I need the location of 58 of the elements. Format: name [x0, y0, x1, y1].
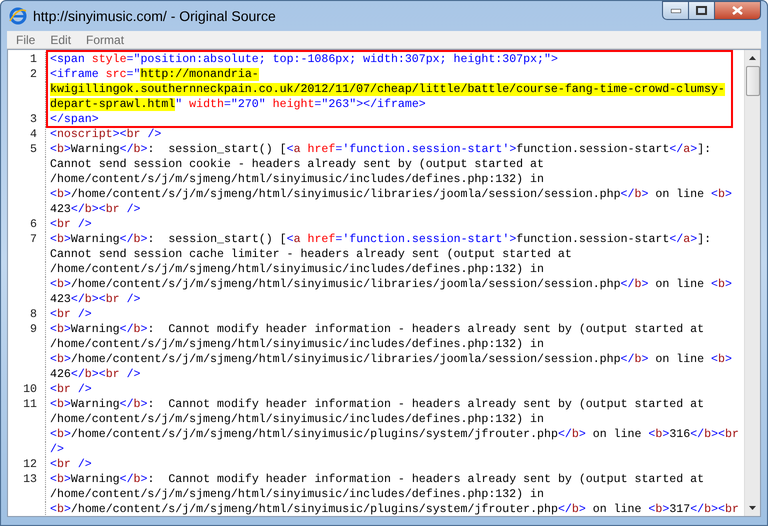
browser-icon: [9, 7, 27, 25]
line-number: 4: [30, 128, 37, 141]
line-number: 11: [23, 398, 37, 411]
code-line: <br />: [50, 457, 92, 472]
scrollbar-thumb[interactable]: [746, 66, 760, 96]
line-number: 7: [30, 233, 37, 246]
code-line: Cannot send session cache limiter - headers already sent (output started at: [50, 247, 572, 262]
minimize-icon: [670, 8, 680, 12]
scroll-down-icon[interactable]: [749, 506, 756, 510]
line-number: 12: [23, 458, 37, 471]
code-line: />: [50, 442, 64, 457]
code-line: <b>Warning</b>: session_start() [<a href='function.session-start'>function.session-start</a>]:: [50, 142, 712, 157]
scrollbar[interactable]: [744, 50, 760, 516]
code-line: Cannot send session cookie - headers already sent by (output started at: [50, 157, 544, 172]
code-line: <b>Warning</b>: session_start() [<a href='function.session-start'>function.session-start</a>]:: [50, 232, 712, 247]
scroll-up-icon[interactable]: [749, 56, 756, 60]
line-number: 6: [30, 218, 37, 231]
code-line: <b>/home/content/s/j/m/sjmeng/html/sinyimusic/libraries/joomla/session/session.php</b> on line <b>: [50, 187, 732, 202]
code-line: <b>/home/content/s/j/m/sjmeng/html/sinyimusic/plugins/system/jfrouter.php</b> on line <b>317</b><br: [50, 502, 739, 516]
code-line: <b>Warning</b>: Cannot modify header information - headers already sent by (output started at: [50, 322, 704, 337]
code-line: /home/content/s/j/m/sjmeng/html/sinyimusic/includes/defines.php:132) in: [50, 337, 544, 352]
line-number: 5: [30, 143, 37, 156]
line-number: 2: [30, 68, 37, 81]
code-line: <br />: [50, 307, 92, 322]
menu-item[interactable]: File: [16, 30, 36, 48]
code-line: <br />: [50, 382, 92, 397]
code-line: /home/content/s/j/m/sjmeng/html/sinyimusic/includes/defines.php:132) in: [50, 412, 544, 427]
code-line: /home/content/s/j/m/sjmeng/html/sinyimusic/includes/defines.php:132) in: [50, 172, 544, 187]
code-line: <iframe src="http://monandria-: [50, 67, 259, 82]
line-number: 8: [30, 308, 37, 321]
maximize-button[interactable]: [689, 1, 715, 20]
close-icon: [732, 6, 743, 15]
code-line: /home/content/s/j/m/sjmeng/html/sinyimusic/includes/defines.php:132) in: [50, 262, 544, 277]
menu-item[interactable]: Edit: [50, 30, 72, 48]
code-line: <b>Warning</b>: Cannot modify header information - headers already sent by (output started at: [50, 397, 704, 412]
window-title: http://sinyimusic.com/ - Original Source: [33, 6, 276, 26]
code-line: <b>/home/content/s/j/m/sjmeng/html/sinyimusic/libraries/joomla/session/session.php</b> on line <b>: [50, 352, 732, 367]
code-line: 423</b><br />: [50, 292, 140, 307]
code-line: <b>Warning</b>: Cannot modify header information - headers already sent by (output started at: [50, 472, 704, 487]
code-line: <br />: [50, 217, 92, 232]
code-line: </span>: [50, 112, 99, 127]
code-line: depart-sprawl.html" width="270" height="263"></iframe>: [50, 97, 426, 112]
code-line: 423</b><br />: [50, 202, 140, 217]
line-number: 3: [30, 113, 37, 126]
code-line: <b>/home/content/s/j/m/sjmeng/html/sinyimusic/plugins/system/jfrouter.php</b> on line <b>316</b><br: [50, 427, 739, 442]
line-number: 10: [23, 383, 37, 396]
code-line: <noscript><br />: [50, 127, 162, 142]
code-line: /home/content/s/j/m/sjmeng/html/sinyimusic/includes/defines.php:132) in: [50, 487, 544, 502]
code-line: 426</b><br />: [50, 367, 140, 382]
close-button[interactable]: [715, 1, 761, 20]
menu-item[interactable]: Format: [86, 30, 124, 48]
code-line: <span style="position:absolute; top:-1086px; width:307px; height:307px;">: [50, 52, 558, 67]
line-number: 1: [30, 53, 37, 66]
line-number: 9: [30, 323, 37, 336]
maximize-icon: [696, 6, 707, 15]
code-line: <b>/home/content/s/j/m/sjmeng/html/sinyimusic/libraries/joomla/session/session.php</b> on line <b>: [50, 277, 732, 292]
minimize-button[interactable]: [662, 1, 689, 20]
line-number: 13: [23, 473, 37, 486]
